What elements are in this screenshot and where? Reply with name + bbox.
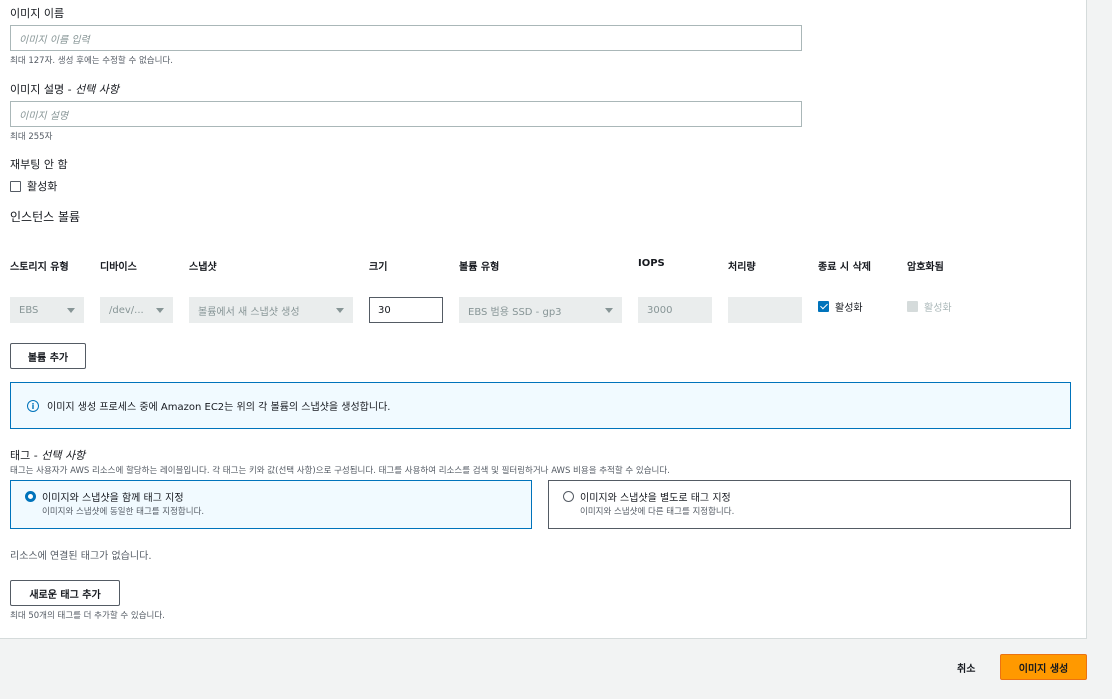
- image-description-input[interactable]: 이미지 설명: [10, 101, 802, 127]
- device-select: /dev/...: [100, 297, 173, 323]
- create-image-button[interactable]: 이미지 생성: [1000, 654, 1087, 680]
- chevron-down-icon: [156, 307, 164, 313]
- throughput-input: [728, 297, 802, 323]
- column-header-storage-type: 스토리지 유형: [10, 262, 69, 273]
- iops-input: 3000: [638, 297, 712, 323]
- no-tags-text: 리소스에 연결된 태그가 없습니다.: [10, 551, 152, 562]
- instance-volumes-title: 인스턴스 볼륨: [10, 210, 81, 224]
- storage-type-select: EBS: [10, 297, 84, 323]
- add-tag-button[interactable]: 새로운 태그 추가: [10, 580, 120, 606]
- encrypted-label: 활성화: [924, 303, 952, 314]
- info-alert: i 이미지 생성 프로세스 중에 Amazon EC2는 위의 각 볼륨의 스냅…: [10, 382, 1071, 429]
- delete-on-termination-label: 활성화: [835, 303, 863, 314]
- tag-option-together-subtitle: 이미지와 스냅샷에 동일한 태그를 지정합니다.: [42, 507, 205, 517]
- tag-option-separate-radio[interactable]: [563, 491, 574, 502]
- column-header-delete-on-termination: 종료 시 삭제: [818, 262, 871, 273]
- storage-type-value: EBS: [19, 304, 39, 316]
- tag-option-separate[interactable]: 이미지와 스냅샷을 별도로 태그 지정 이미지와 스냅샷에 다른 태그를 지정합…: [548, 480, 1071, 529]
- encrypted-row: 활성화: [907, 299, 952, 314]
- volume-type-value: EBS 범용 SSD - gp3: [468, 306, 562, 318]
- image-name-hint: 최대 127자. 생성 후에는 수정할 수 없습니다.: [10, 56, 173, 66]
- no-reboot-checkbox-label: 활성화: [27, 180, 58, 193]
- image-name-label: 이미지 이름: [10, 7, 65, 20]
- add-volume-button[interactable]: 볼륨 추가: [10, 343, 86, 369]
- encrypted-checkbox: [907, 301, 918, 312]
- size-input[interactable]: 30: [369, 297, 443, 323]
- snapshot-select: 볼륨에서 새 스냅샷 생성: [189, 297, 353, 323]
- tag-option-together[interactable]: 이미지와 스냅샷을 함께 태그 지정 이미지와 스냅샷에 동일한 태그를 지정합…: [10, 480, 532, 529]
- info-icon: i: [27, 400, 39, 412]
- tag-option-separate-title: 이미지와 스냅샷을 별도로 태그 지정: [580, 493, 731, 504]
- column-header-throughput: 처리량: [728, 262, 756, 273]
- tags-description: 태그는 사용자가 AWS 리소스에 할당하는 레이블입니다. 각 태그는 키와 …: [10, 466, 670, 476]
- image-name-input[interactable]: 이미지 이름 입력: [10, 25, 802, 51]
- no-reboot-label: 재부팅 안 함: [10, 158, 68, 171]
- column-header-encrypted: 암호화됨: [907, 262, 944, 273]
- tag-option-separate-subtitle: 이미지와 스냅샷에 다른 태그를 지정합니다.: [580, 507, 735, 517]
- volume-type-select: EBS 범용 SSD - gp3: [459, 297, 622, 323]
- info-alert-text: 이미지 생성 프로세스 중에 Amazon EC2는 위의 각 볼륨의 스냅샷을…: [47, 402, 391, 413]
- no-reboot-checkbox-row[interactable]: 활성화: [10, 178, 57, 194]
- column-header-device: 디바이스: [100, 262, 137, 273]
- add-tag-hint: 최대 50개의 태그를 더 추가할 수 있습니다.: [10, 611, 165, 621]
- column-header-size: 크기: [369, 262, 388, 273]
- column-header-snapshot: 스냅샷: [189, 262, 217, 273]
- image-description-hint: 최대 255자: [10, 132, 53, 142]
- create-image-form-panel: 이미지 이름 이미지 이름 입력 최대 127자. 생성 후에는 수정할 수 없…: [0, 0, 1087, 639]
- image-description-label: 이미지 설명 - 선택 사항: [10, 83, 120, 96]
- tags-label: 태그 - 선택 사항: [10, 449, 86, 462]
- chevron-down-icon: [67, 307, 75, 313]
- column-header-volume-type: 볼륨 유형: [459, 262, 500, 273]
- tag-option-together-radio[interactable]: [25, 491, 36, 502]
- column-header-iops: IOPS: [638, 258, 665, 269]
- device-value: /dev/...: [109, 304, 144, 316]
- delete-on-termination-checkbox[interactable]: [818, 301, 829, 312]
- chevron-down-icon: [605, 307, 613, 313]
- cancel-button[interactable]: 취소: [950, 654, 982, 680]
- delete-on-termination-row[interactable]: 활성화: [818, 299, 863, 314]
- chevron-down-icon: [336, 307, 344, 313]
- no-reboot-checkbox[interactable]: [10, 180, 21, 192]
- snapshot-value: 볼륨에서 새 스냅샷 생성: [198, 306, 300, 318]
- iops-value: 3000: [647, 304, 673, 316]
- tag-option-together-title: 이미지와 스냅샷을 함께 태그 지정: [42, 493, 184, 504]
